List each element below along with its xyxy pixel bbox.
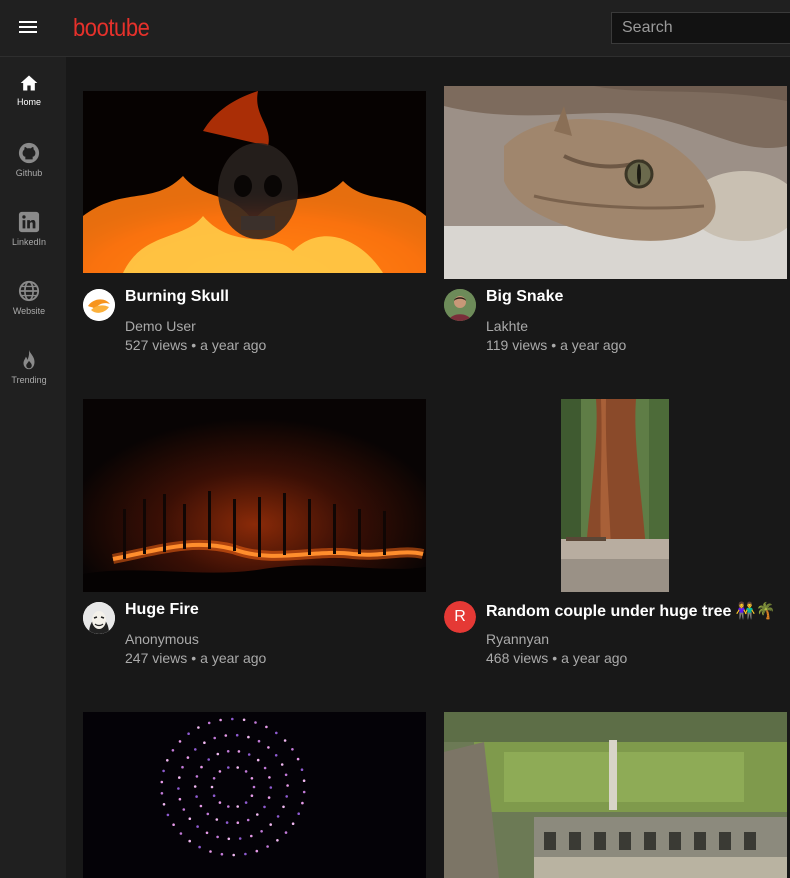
separator: •: [552, 650, 558, 666]
sidebar-item-label: Trending: [11, 375, 47, 385]
separator: •: [191, 337, 197, 353]
sidebar-item-home[interactable]: Home: [0, 73, 58, 133]
separator: •: [191, 650, 197, 666]
channel-name[interactable]: Demo User: [125, 318, 196, 334]
video-thumbnail[interactable]: [83, 712, 426, 878]
globe-icon: [18, 280, 40, 302]
upload-age: a year ago: [200, 337, 267, 353]
video-title[interactable]: Random couple under huge tree 👫🌴: [486, 601, 776, 621]
upload-age: a year ago: [200, 650, 267, 666]
sidebar-item-label: Github: [15, 168, 43, 178]
sidebar-item-label: Home: [16, 97, 41, 107]
video-meta: 247 views • a year ago: [125, 650, 266, 666]
separator: •: [551, 337, 557, 353]
photo-avatar-icon: [444, 289, 476, 321]
linkedin-icon: [18, 211, 40, 233]
video-meta: 119 views • a year ago: [486, 337, 626, 353]
video-title[interactable]: Burning Skull: [125, 288, 229, 306]
github-icon: [18, 142, 40, 164]
app-logo[interactable]: bootube: [73, 14, 150, 43]
sidebar-item-trending[interactable]: Trending: [0, 349, 58, 409]
top-bar: bootube: [0, 0, 790, 57]
video-title[interactable]: Big Snake: [486, 288, 563, 306]
channel-name[interactable]: Anonymous: [125, 631, 199, 647]
video-thumbnail[interactable]: [561, 399, 669, 592]
sidebar-item-website[interactable]: Website: [0, 280, 58, 340]
sidebar: Home Github LinkedIn Website Trending: [0, 57, 66, 878]
home-icon: [20, 75, 38, 91]
view-count: 527 views: [125, 337, 188, 353]
view-count: 468 views: [486, 650, 549, 666]
upload-age: a year ago: [561, 650, 628, 666]
video-title[interactable]: Huge Fire: [125, 601, 199, 619]
sidebar-item-linkedin[interactable]: LinkedIn: [0, 211, 58, 271]
search-input[interactable]: [611, 12, 790, 44]
video-thumbnail[interactable]: [83, 91, 426, 273]
video-meta: 468 views • a year ago: [486, 650, 627, 666]
channel-name[interactable]: Lakhte: [486, 318, 528, 334]
video-thumbnail[interactable]: [444, 712, 787, 878]
mask-avatar-icon: [83, 602, 115, 634]
fire-icon: [23, 349, 35, 370]
video-meta: 527 views • a year ago: [125, 337, 266, 353]
view-count: 119 views: [486, 337, 548, 353]
upload-age: a year ago: [560, 337, 627, 353]
sidebar-item-github[interactable]: Github: [0, 142, 58, 202]
sidebar-item-label: LinkedIn: [11, 237, 47, 247]
view-count: 247 views: [125, 650, 188, 666]
channel-name[interactable]: Ryannyan: [486, 631, 549, 647]
hamburger-menu-icon[interactable]: [14, 14, 44, 42]
channel-avatar[interactable]: [444, 289, 476, 321]
avatar-letter: R: [454, 608, 466, 625]
channel-avatar[interactable]: [83, 289, 115, 321]
sidebar-item-label: Website: [12, 306, 46, 316]
orange-logo-avatar-icon: [83, 289, 115, 321]
video-thumbnail[interactable]: [444, 86, 787, 279]
channel-avatar[interactable]: R: [444, 601, 476, 633]
channel-avatar[interactable]: [83, 602, 115, 634]
video-thumbnail[interactable]: [83, 399, 426, 592]
